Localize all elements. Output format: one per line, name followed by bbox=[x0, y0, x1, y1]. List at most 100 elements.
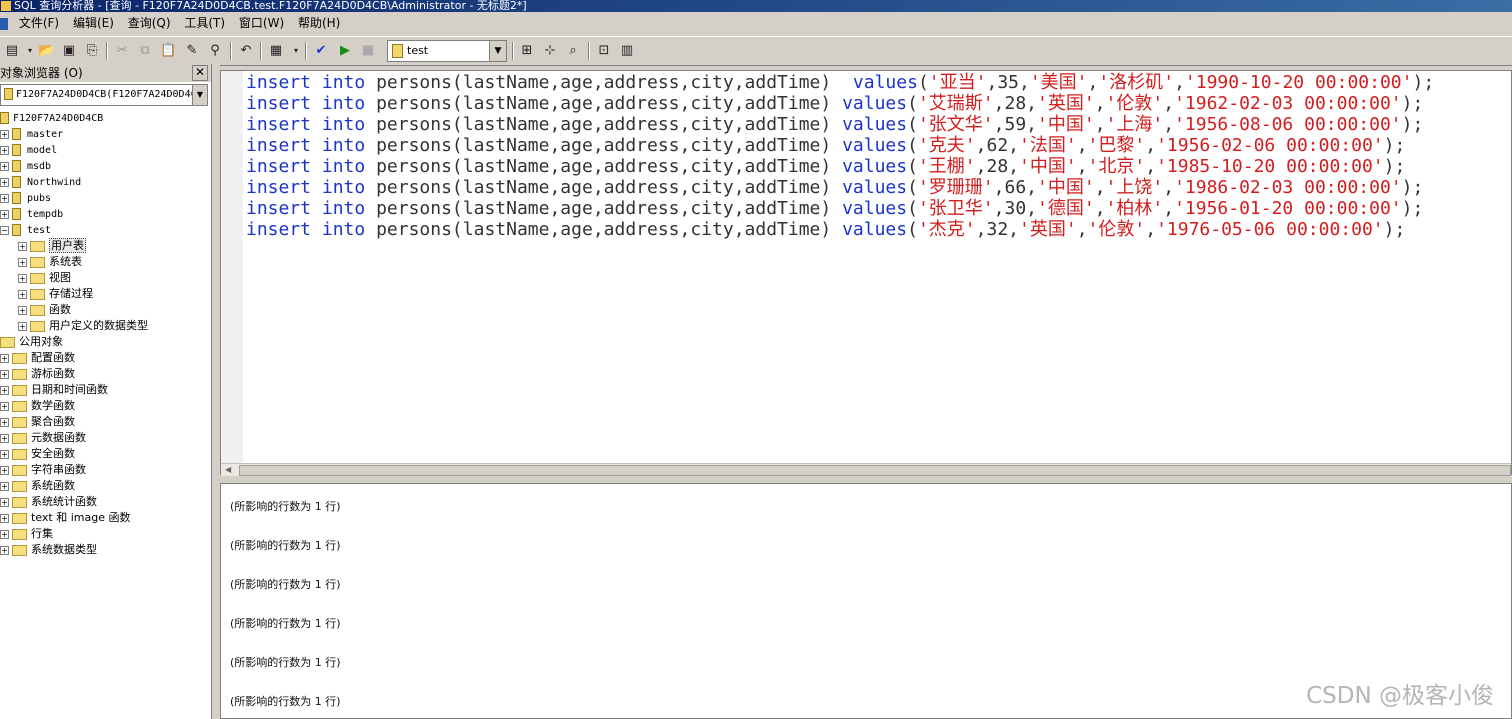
expand-plus-icon[interactable]: + bbox=[0, 193, 9, 203]
tree-db-test[interactable]: − test bbox=[0, 222, 51, 238]
tree-db-master[interactable]: + master bbox=[0, 126, 63, 142]
tree-folder-views[interactable]: + 视图 bbox=[18, 270, 71, 286]
menu-help[interactable]: 帮助(H) bbox=[293, 12, 345, 34]
expand-plus-icon[interactable]: + bbox=[0, 513, 9, 523]
tree-folder-functions[interactable]: + 函数 bbox=[18, 302, 71, 318]
keyword-into: into bbox=[321, 114, 366, 135]
menu-edit[interactable]: 编辑(E) bbox=[68, 12, 119, 34]
horizontal-scrollbar[interactable]: ◀ bbox=[221, 463, 1511, 476]
results-dropdown-icon[interactable]: ▾ bbox=[288, 43, 304, 59]
tree-common-item[interactable]: + 游标函数 bbox=[0, 366, 75, 382]
tree-db-model[interactable]: + model bbox=[0, 142, 57, 158]
folder-icon bbox=[30, 304, 45, 316]
menu-window[interactable]: 窗口(W) bbox=[234, 12, 289, 34]
open-folder-icon[interactable]: 📂 bbox=[38, 43, 54, 59]
chevron-down-icon[interactable]: ▼ bbox=[192, 85, 207, 105]
object-browser-toggle-icon[interactable]: ⊡ bbox=[596, 43, 612, 59]
tree-folder-procedures[interactable]: + 存储过程 bbox=[18, 286, 93, 302]
tree-folder-system-tables[interactable]: + 系统表 bbox=[18, 254, 82, 270]
tree-folder-user-tables[interactable]: + 用户表 bbox=[18, 238, 86, 254]
database-select[interactable]: test ▼ bbox=[387, 40, 507, 62]
tree-folder-udt[interactable]: + 用户定义的数据类型 bbox=[18, 318, 148, 334]
expand-plus-icon[interactable]: + bbox=[0, 369, 9, 379]
new-dropdown-icon[interactable]: ▾ bbox=[22, 43, 38, 59]
tree-common-item[interactable]: + 数学函数 bbox=[0, 398, 75, 414]
insert-template-icon[interactable]: ⎘ bbox=[84, 43, 100, 59]
expand-plus-icon[interactable]: + bbox=[0, 161, 9, 171]
expand-plus-icon[interactable]: + bbox=[0, 145, 9, 155]
clear-window-icon[interactable]: ✎ bbox=[184, 43, 200, 59]
tree-common-item[interactable]: + 系统数据类型 bbox=[0, 542, 97, 558]
menu-file[interactable]: 文件(F) bbox=[14, 12, 64, 34]
expand-plus-icon[interactable]: + bbox=[18, 289, 27, 299]
sql-code[interactable]: insert into persons(lastName,age,address… bbox=[246, 72, 1434, 240]
sql-editor[interactable]: insert into persons(lastName,age,address… bbox=[220, 70, 1512, 476]
tree-common-item[interactable]: + 行集 bbox=[0, 526, 53, 542]
expand-plus-icon[interactable]: + bbox=[0, 385, 9, 395]
pane-splitter[interactable] bbox=[212, 64, 220, 719]
tree-common-item[interactable]: + 字符串函数 bbox=[0, 462, 86, 478]
tree-db-tempdb[interactable]: + tempdb bbox=[0, 206, 63, 222]
folder-icon bbox=[12, 544, 27, 556]
find-icon[interactable]: ⚲ bbox=[207, 43, 223, 59]
menu-query[interactable]: 查询(Q) bbox=[123, 12, 176, 34]
tree-common-item[interactable]: + text 和 image 函数 bbox=[0, 510, 130, 526]
scroll-left-icon[interactable]: ◀ bbox=[225, 464, 231, 476]
index-tuning-icon[interactable]: ⌕ bbox=[565, 43, 581, 59]
expand-plus-icon[interactable]: + bbox=[0, 529, 9, 539]
expand-plus-icon[interactable]: + bbox=[18, 241, 27, 251]
scrollbar-thumb[interactable] bbox=[239, 465, 1511, 476]
expand-plus-icon[interactable]: + bbox=[0, 449, 9, 459]
comma: , bbox=[1094, 177, 1106, 198]
paste-icon[interactable]: 📋 bbox=[160, 43, 176, 59]
expand-plus-icon[interactable]: + bbox=[18, 321, 27, 331]
expand-plus-icon[interactable]: + bbox=[0, 433, 9, 443]
chevron-down-icon[interactable]: ▼ bbox=[489, 41, 506, 61]
cut-icon[interactable]: ✂ bbox=[114, 43, 130, 59]
cancel-query-icon[interactable]: ■ bbox=[360, 43, 376, 59]
close-icon[interactable]: ✕ bbox=[192, 65, 208, 81]
collapse-minus-icon[interactable]: − bbox=[0, 225, 9, 235]
expand-plus-icon[interactable]: + bbox=[0, 353, 9, 363]
tree-db-pubs[interactable]: + pubs bbox=[0, 190, 51, 206]
undo-icon[interactable]: ↶ bbox=[238, 43, 254, 59]
new-query-icon[interactable]: ▤ bbox=[4, 43, 20, 59]
results-pane-toggle-icon[interactable]: ▥ bbox=[619, 43, 635, 59]
result-message: (所影响的行数为 1 行) bbox=[230, 500, 341, 513]
expand-plus-icon[interactable]: + bbox=[0, 401, 9, 411]
tree-common-item[interactable]: + 日期和时间函数 bbox=[0, 382, 108, 398]
expand-plus-icon[interactable]: + bbox=[18, 273, 27, 283]
parse-check-icon[interactable]: ✔ bbox=[313, 43, 329, 59]
expand-plus-icon[interactable]: + bbox=[0, 465, 9, 475]
document-icon[interactable] bbox=[0, 17, 8, 30]
expand-plus-icon[interactable]: + bbox=[18, 257, 27, 267]
expand-plus-icon[interactable]: + bbox=[18, 305, 27, 315]
expand-plus-icon[interactable]: + bbox=[0, 545, 9, 555]
tree-common-objects[interactable]: 公用对象 bbox=[0, 334, 63, 350]
tree-server-root[interactable]: F120F7A24D0D4CB bbox=[0, 110, 103, 126]
execute-icon[interactable]: ▶ bbox=[337, 43, 353, 59]
menu-tools[interactable]: 工具(T) bbox=[179, 12, 230, 34]
expand-plus-icon[interactable]: + bbox=[0, 497, 9, 507]
tree-db-msdb[interactable]: + msdb bbox=[0, 158, 51, 174]
expand-plus-icon[interactable]: + bbox=[0, 177, 9, 187]
save-icon[interactable]: ▣ bbox=[61, 43, 77, 59]
tree-common-item[interactable]: + 系统函数 bbox=[0, 478, 75, 494]
copy-icon[interactable]: ⧉ bbox=[137, 43, 153, 59]
expand-plus-icon[interactable]: + bbox=[0, 481, 9, 491]
expand-plus-icon[interactable]: + bbox=[0, 129, 9, 139]
string-literal: '洛杉矶' bbox=[1098, 72, 1175, 93]
expand-plus-icon[interactable]: + bbox=[0, 417, 9, 427]
expand-plus-icon[interactable]: + bbox=[0, 209, 9, 219]
database-icon bbox=[12, 144, 21, 156]
results-mode-icon[interactable]: ▦ bbox=[268, 43, 284, 59]
tree-common-item[interactable]: + 聚合函数 bbox=[0, 414, 75, 430]
tree-common-item[interactable]: + 系统统计函数 bbox=[0, 494, 97, 510]
tree-common-item[interactable]: + 元数据函数 bbox=[0, 430, 86, 446]
trace-icon[interactable]: ⊹ bbox=[542, 43, 558, 59]
server-combo[interactable]: F120F7A24D0D4CB(F120F7A24D0D4C ▼ bbox=[0, 84, 208, 106]
show-plan-icon[interactable]: ⊞ bbox=[519, 43, 535, 59]
tree-common-item[interactable]: + 安全函数 bbox=[0, 446, 75, 462]
tree-db-northwind[interactable]: + Northwind bbox=[0, 174, 81, 190]
tree-common-item[interactable]: + 配置函数 bbox=[0, 350, 75, 366]
